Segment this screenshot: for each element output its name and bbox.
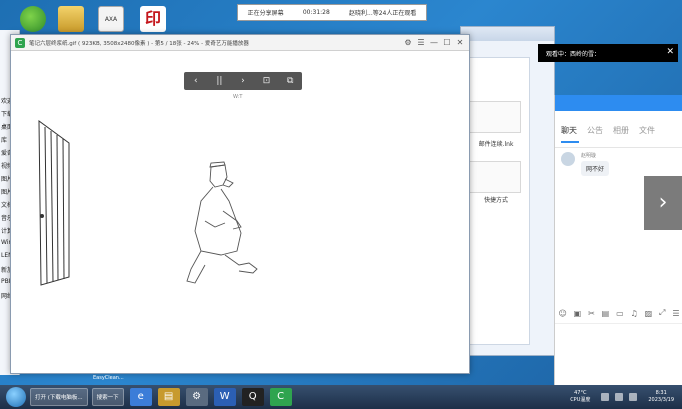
volume-icon[interactable] (615, 393, 624, 401)
clock-date: 2023/3/19 (648, 397, 674, 403)
chat-toolbar: ☺ ▣ ✂ ▤ ▭ ♫ ▨ ⤢ ☰ (555, 305, 682, 321)
share-status-bar: 正在分享屏幕 00:31:28 赵晓利...等24人正在观看 (237, 4, 427, 21)
active-tab-indicator (561, 141, 579, 143)
viewer-titlebar: C 笔记六层终浆纸.gif ( 923KB, 3508x2480像素 ) - 第… (11, 35, 469, 51)
share-viewers-text: 赵晓利...等24人正在观看 (349, 10, 417, 17)
maximize-button[interactable]: ☐ (442, 38, 452, 48)
picture-icon[interactable]: ▨ (645, 309, 653, 318)
control-panel-icon[interactable]: ⚙ (185, 388, 208, 406)
watching-text: 观看中：西岭的雪： (546, 50, 601, 58)
tab-chat[interactable]: 聊天 (561, 125, 577, 136)
word-icon[interactable]: W (213, 388, 236, 406)
image-viewer-window: C 笔记六层终浆纸.gif ( 923KB, 3508x2480像素 ) - 第… (10, 34, 470, 374)
document-app-icon[interactable]: AXA (98, 6, 124, 32)
share-status-text: 正在分享屏幕 (247, 10, 284, 17)
network-icon[interactable] (601, 393, 610, 401)
screenshot-icon[interactable]: ✂ (588, 309, 595, 318)
share-timer: 00:31:28 (302, 9, 330, 16)
taskbar-folder-button[interactable]: 打开 (下载电脑板... (30, 388, 88, 406)
clock[interactable]: 8:31 2023/3/19 (648, 390, 674, 404)
music-icon[interactable]: ♫ (631, 309, 638, 318)
fullscreen-button[interactable]: ⧉ (283, 76, 297, 86)
start-button[interactable] (6, 387, 26, 407)
left-nav-item[interactable]: 库 (1, 135, 7, 144)
more-icon[interactable]: ☰ (672, 309, 679, 318)
taskbar-search-button[interactable]: 搜索一下 (91, 388, 124, 406)
zoom-label: W:T (233, 94, 243, 100)
clock-time: 8:31 (655, 390, 667, 396)
taskbar: 打开 (下载电脑板... 搜索一下 e ▤ ⚙ W Q C 47°C CPU温度… (0, 385, 682, 409)
file-icon[interactable]: ▤ (602, 309, 610, 318)
chat-divider (555, 147, 682, 148)
next-slide-button[interactable]: › (644, 176, 682, 230)
file-thumbnail[interactable] (469, 161, 521, 193)
expand-icon[interactable]: ⤢ (659, 308, 665, 318)
chat-input[interactable] (555, 323, 682, 387)
background-explorer-window: 新建Mi...bmp邮件连续.lnk快捷方式 (460, 26, 555, 356)
cpu-temp-label: CPU温度 (570, 397, 591, 403)
screen-share-view: AXA 印 正在分享屏幕 00:31:28 赵晓利...等24人正在观看 欢迎下… (0, 0, 682, 409)
walking-figure-drawing (186, 161, 258, 284)
battery-icon[interactable] (629, 393, 638, 401)
chat-tabs: 聊天 公告 相册 文件 (555, 125, 682, 136)
emoji-icon[interactable]: ☺ (558, 309, 566, 318)
pause-slideshow-button[interactable]: || (212, 76, 226, 86)
iqiyi-logo-icon: C (15, 37, 25, 48)
image-icon[interactable]: ▣ (574, 309, 582, 318)
tab-announcement[interactable]: 公告 (587, 125, 603, 136)
file-label: 快捷方式 (483, 197, 508, 204)
iqiyi-taskbar-icon[interactable]: C (269, 388, 292, 406)
system-tray: 47°C CPU温度 8:31 2023/3/19 (570, 385, 682, 409)
watching-banner: 观看中：西岭的雪： ✕ (538, 44, 678, 62)
chat-panel: 聊天 公告 相册 文件 赵明璇 网不好 ☺ ▣ ✂ ▤ ▭ ♫ ▨ ⤢ ☰ (554, 95, 682, 387)
background-window-titlebar (461, 27, 554, 41)
qq-icon[interactable]: Q (241, 388, 264, 406)
print-app-icon[interactable]: 印 (140, 6, 166, 32)
tab-album[interactable]: 相册 (613, 125, 629, 136)
explorer-icon[interactable]: ▤ (157, 388, 180, 406)
door-drawing (38, 120, 70, 286)
minimize-button[interactable]: — (429, 38, 439, 48)
settings-icon[interactable]: ⚙ (403, 38, 413, 48)
screen-icon[interactable]: ▭ (616, 309, 624, 318)
avatar[interactable] (561, 152, 575, 166)
menu-icon[interactable]: ☰ (416, 38, 426, 48)
message-sender: 赵明璇 (581, 153, 597, 159)
next-image-button[interactable]: › (236, 76, 250, 86)
ie-icon[interactable]: e (129, 388, 152, 406)
message-bubble: 网不好 (581, 161, 610, 176)
viewer-toolbar: ‹ || › ⊡ ⧉ (184, 72, 302, 90)
close-button[interactable]: ✕ (455, 38, 465, 48)
previous-image-button[interactable]: ‹ (189, 76, 203, 86)
cpu-temp: 47°C CPU温度 (570, 390, 590, 404)
viewer-title: 笔记六层终浆纸.gif ( 923KB, 3508x2480像素 ) - 第5 … (29, 40, 249, 47)
cpu-temp-value: 47°C (574, 390, 587, 396)
file-label: 邮件连续.lnk (478, 141, 514, 148)
taskbar-app-label: EasyClean... (93, 375, 124, 381)
fit-to-window-button[interactable]: ⊡ (260, 76, 274, 86)
iqiyi-app-icon[interactable] (20, 6, 46, 32)
close-icon[interactable]: ✕ (666, 47, 674, 57)
folder-icon[interactable] (58, 6, 84, 32)
tab-files[interactable]: 文件 (639, 125, 655, 136)
file-thumbnail[interactable] (469, 101, 521, 133)
chat-header (555, 95, 682, 111)
